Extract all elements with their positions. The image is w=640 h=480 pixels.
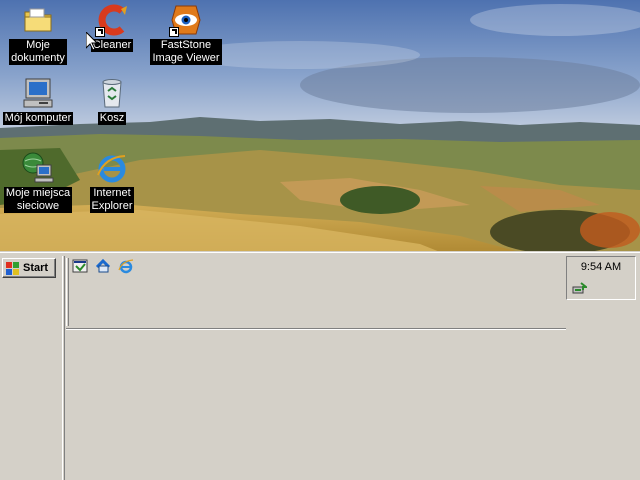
desktop-icon-faststone[interactable]: FastStone Image Viewer — [150, 3, 222, 65]
recycle-bin-icon — [95, 76, 129, 110]
clock[interactable]: 9:54 AM — [567, 261, 635, 273]
desktop-icon-network-places[interactable]: Moje miejsca sieciowe — [2, 151, 74, 213]
faststone-eye-icon — [169, 3, 203, 37]
folder-icon — [21, 3, 55, 37]
safely-remove-hardware-icon[interactable] — [571, 281, 587, 297]
desktop-icon-my-documents[interactable]: Moje dokumenty — [2, 3, 74, 65]
desktop-icon-label: Moje dokumenty — [9, 39, 67, 65]
internet-explorer-icon[interactable] — [118, 258, 134, 274]
system-tray: 9:54 AM — [566, 256, 636, 300]
toolbar-grip[interactable] — [62, 256, 65, 480]
taskbar-row-separator — [66, 328, 566, 330]
show-desktop-icon[interactable] — [72, 258, 88, 274]
windows-logo-icon — [6, 261, 20, 275]
network-places-icon — [21, 151, 55, 185]
desktop-icon-label: Kosz — [97, 112, 127, 125]
desktop[interactable]: Moje dokumenty Cleaner FastStone Image V… — [0, 0, 640, 252]
start-label: Start — [23, 262, 49, 274]
desktop-icon-label: Moje miejsca sieciowe — [3, 187, 73, 213]
shortcut-arrow-icon — [169, 27, 179, 37]
desktop-icon-internet-explorer[interactable]: Internet Explorer — [76, 151, 148, 213]
desktop-icon-label: Mój komputer — [2, 112, 74, 125]
desktop-icon-label: FastStone Image Viewer — [150, 39, 222, 65]
quick-launch-grip[interactable] — [66, 258, 69, 326]
internet-explorer-icon — [95, 151, 129, 185]
outlook-express-icon[interactable] — [95, 258, 111, 274]
taskbar: Start — [0, 251, 640, 480]
start-button[interactable]: Start — [2, 258, 56, 278]
quick-launch-toolbar — [72, 258, 134, 274]
mouse-pointer-icon — [86, 32, 98, 51]
desktop-icon-my-computer[interactable]: Mój komputer — [2, 76, 74, 125]
desktop-icon-recycle-bin[interactable]: Kosz — [76, 76, 148, 125]
computer-icon — [21, 76, 55, 110]
cleaner-icon — [95, 3, 129, 37]
desktop-icon-label: Internet Explorer — [89, 187, 135, 213]
